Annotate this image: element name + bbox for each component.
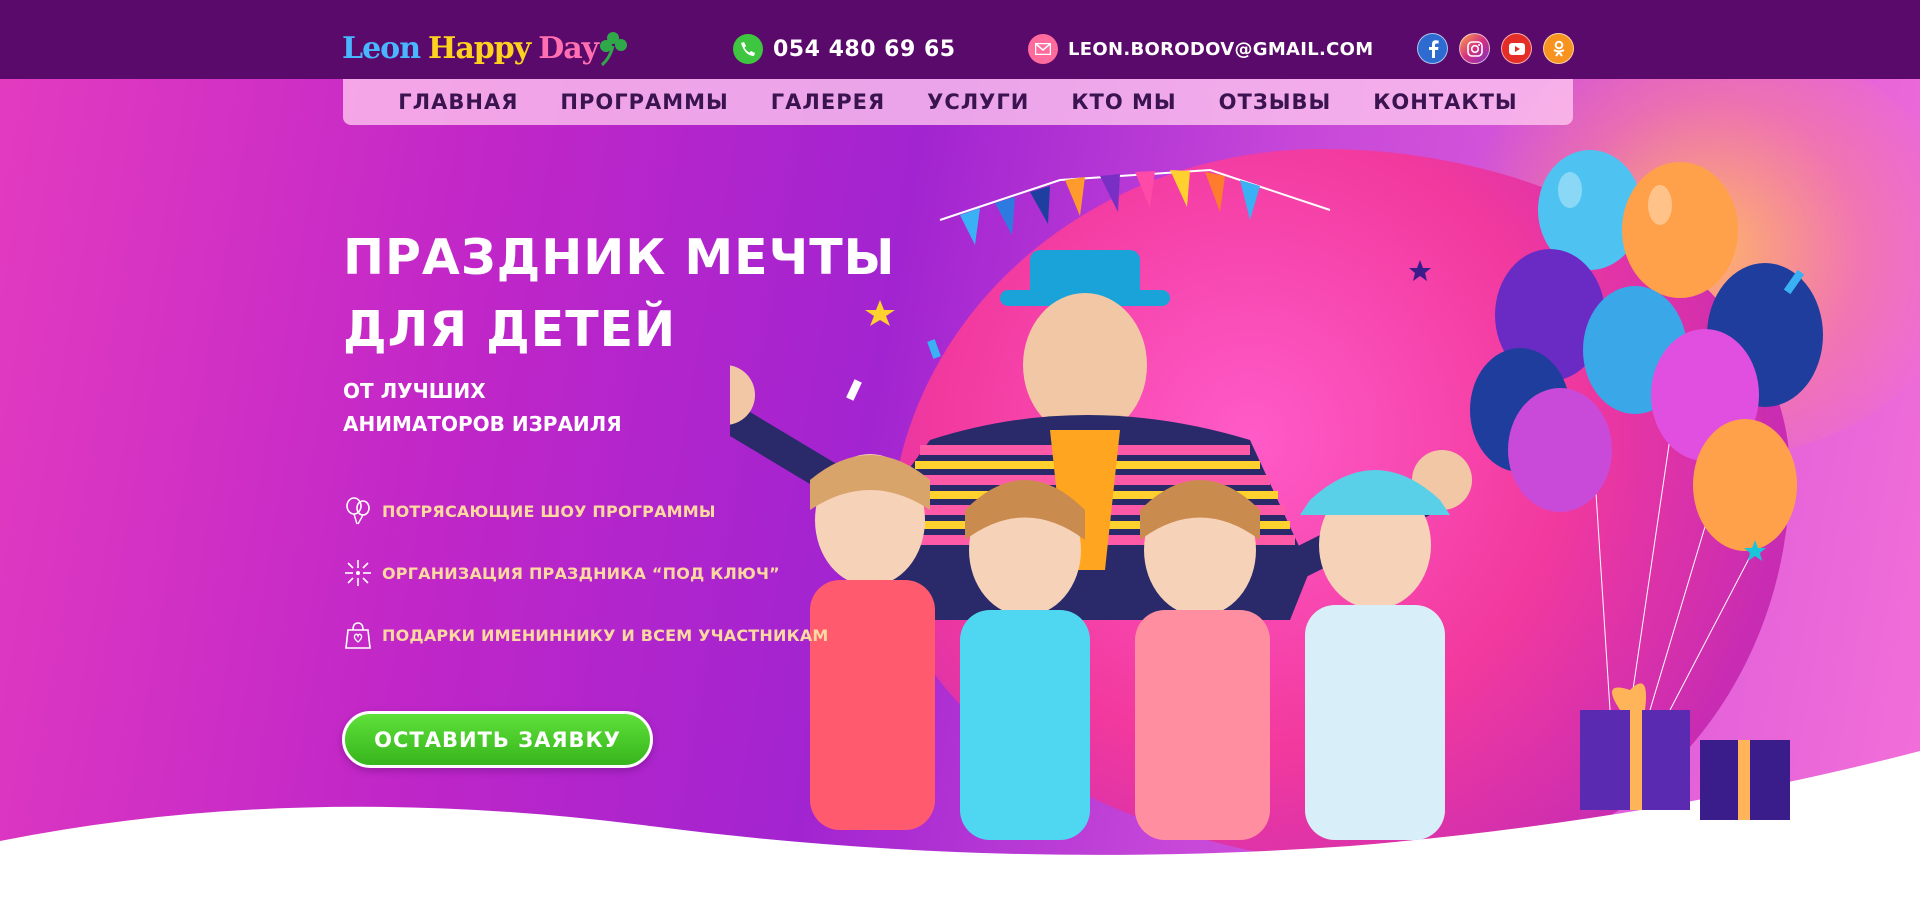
mail-icon xyxy=(1028,34,1058,64)
hero-photo xyxy=(730,150,1823,840)
gift-boxes-decoration xyxy=(1580,683,1790,820)
phone-number: 054 480 69 65 xyxy=(773,36,956,62)
nav-item-home[interactable]: ГЛАВНАЯ xyxy=(377,90,539,114)
clover-icon xyxy=(600,32,628,67)
feature-text: ОРГАНИЗАЦИЯ ПРАЗДНИКА “ПОД КЛЮЧ” xyxy=(382,563,780,583)
phone-icon xyxy=(733,34,763,64)
facebook-icon[interactable] xyxy=(1417,33,1448,64)
social-links xyxy=(1417,33,1574,64)
feature-list: ПОТРЯСАЮЩИЕ ШОУ ПРОГРАММЫ ОРГАНИЗАЦИЯ ПР… xyxy=(343,496,829,682)
hero-title-line-1: ПРАЗДНИК МЕЧТЫ xyxy=(343,229,896,286)
feature-text: ПОТРЯСАЮЩИЕ ШОУ ПРОГРАММЫ xyxy=(382,501,716,521)
hero-subtitle: ОТ ЛУЧШИХ АНИМАТОРОВ ИЗРАИЛЯ xyxy=(343,375,622,441)
odnoklassniki-icon[interactable] xyxy=(1543,33,1574,64)
logo[interactable]: Leon Happy Day xyxy=(342,28,630,68)
logo-word-1: Leon xyxy=(342,30,421,66)
firework-icon xyxy=(345,560,371,586)
feature-item: ОРГАНИЗАЦИЯ ПРАЗДНИКА “ПОД КЛЮЧ” xyxy=(343,558,829,588)
hero-subtitle-line-1: ОТ ЛУЧШИХ xyxy=(343,379,486,403)
nav-item-about[interactable]: КТО МЫ xyxy=(1050,90,1197,114)
logo-word-2: Happy xyxy=(428,30,531,66)
submit-request-button[interactable]: ОСТАВИТЬ ЗАЯВКУ xyxy=(342,711,653,768)
hero-title: ПРАЗДНИК МЕЧТЫ ДЛЯ ДЕТЕЙ xyxy=(343,222,895,366)
gift-bag-icon xyxy=(345,622,371,649)
hero-title-line-2: ДЛЯ ДЕТЕЙ xyxy=(343,301,677,358)
logo-word-3: Day xyxy=(538,30,599,66)
youtube-icon[interactable] xyxy=(1501,33,1532,64)
balloons-decoration xyxy=(1470,150,1823,711)
feature-text: ПОДАРКИ ИМЕНИННИКУ И ВСЕМ УЧАСТНИКАМ xyxy=(382,625,829,645)
email-link[interactable]: LEON.BORODOV@GMAIL.COM xyxy=(1028,34,1374,64)
nav-item-programs[interactable]: ПРОГРАММЫ xyxy=(539,90,749,114)
feature-item: ПОТРЯСАЮЩИЕ ШОУ ПРОГРАММЫ xyxy=(343,496,829,526)
phone-link[interactable]: 054 480 69 65 xyxy=(733,34,956,64)
main-nav: ГЛАВНАЯ ПРОГРАММЫ ГАЛЕРЕЯ УСЛУГИ КТО МЫ … xyxy=(343,79,1573,125)
bunting-decoration xyxy=(939,168,1331,245)
feature-item: ПОДАРКИ ИМЕНИННИКУ И ВСЕМ УЧАСТНИКАМ xyxy=(343,620,829,650)
email-address: LEON.BORODOV@GMAIL.COM xyxy=(1068,38,1374,60)
header-bar: Leon Happy Day 054 480 69 65 LEON.BORODO… xyxy=(0,0,1920,79)
hero-subtitle-line-2: АНИМАТОРОВ ИЗРАИЛЯ xyxy=(343,412,622,436)
balloons-icon xyxy=(346,497,370,525)
nav-item-services[interactable]: УСЛУГИ xyxy=(906,90,1050,114)
nav-item-contacts[interactable]: КОНТАКТЫ xyxy=(1352,90,1538,114)
instagram-icon[interactable] xyxy=(1459,33,1490,64)
nav-item-reviews[interactable]: ОТЗЫВЫ xyxy=(1198,90,1353,114)
nav-item-gallery[interactable]: ГАЛЕРЕЯ xyxy=(750,90,906,114)
